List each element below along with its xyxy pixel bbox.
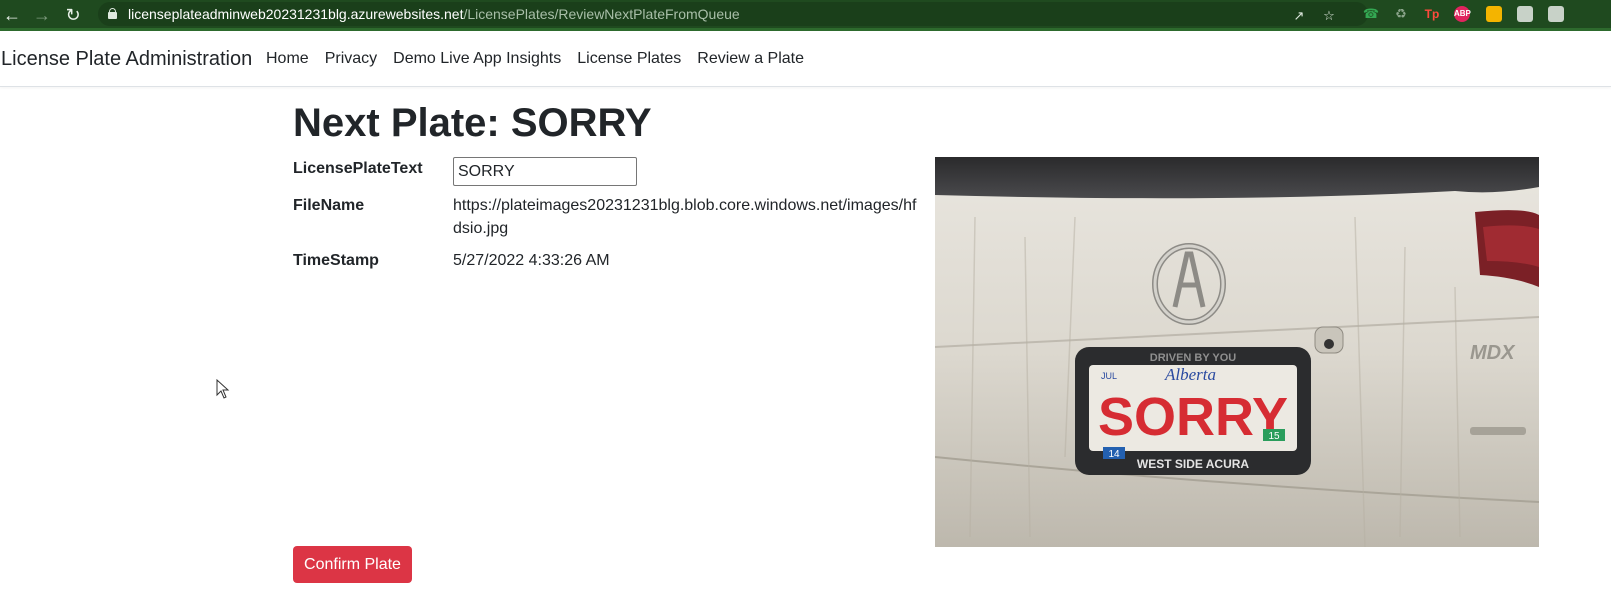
share-icon[interactable]: ↗	[1290, 7, 1308, 25]
license-plate-photo: DRIVEN BY YOU WEST SIDE ACURA JUL Albert…	[935, 157, 1539, 547]
plate-month-text: JUL	[1101, 371, 1117, 381]
timestamp-label: TimeStamp	[293, 252, 379, 269]
nav-link-privacy[interactable]: Privacy	[325, 50, 377, 68]
nav-link-license-plates[interactable]: License Plates	[577, 50, 681, 68]
page-title: Next Plate: SORRY	[293, 101, 652, 145]
app-navbar: License Plate Administration Home Privac…	[0, 34, 1611, 87]
model-badge-text: MDX	[1470, 342, 1516, 364]
plate-number-text: SORRY	[1098, 387, 1288, 447]
plate-badge-right: 15	[1268, 431, 1280, 442]
back-arrow-icon[interactable]: ←	[1, 4, 23, 26]
plate-badge-left: 14	[1108, 449, 1120, 460]
table-extension-icon[interactable]	[1548, 6, 1564, 22]
abp-extension-icon[interactable]: ABP	[1454, 6, 1471, 22]
bookmark-star-icon[interactable]: ☆	[1320, 7, 1338, 25]
plate-text-input[interactable]	[453, 157, 637, 186]
filename-value: https://plateimages20231231blg.blob.core…	[453, 194, 916, 240]
frame-bottom-text: WEST SIDE ACURA	[1137, 457, 1250, 471]
nav-link-review-plate[interactable]: Review a Plate	[697, 50, 804, 68]
tp-extension-icon[interactable]: Tp	[1424, 6, 1440, 22]
filename-line-1: https://plateimages20231231blg.blob.core…	[453, 197, 917, 214]
address-bar[interactable]: licenseplateadminweb20231231blg.azureweb…	[98, 2, 1368, 26]
filename-label: FileName	[293, 197, 365, 214]
forward-arrow-icon[interactable]: →	[31, 4, 53, 26]
browser-toolbar: ← → ↻ licenseplateadminweb20231231blg.az…	[0, 0, 1611, 31]
reload-icon[interactable]: ↻	[62, 4, 84, 26]
filename-line-2: dsio.jpg	[453, 220, 509, 237]
confirm-plate-button[interactable]: Confirm Plate	[293, 546, 412, 583]
plate-text-label: LicensePlateText	[293, 160, 423, 177]
recycle-extension-icon[interactable]: ♻	[1392, 5, 1410, 23]
plate-province-text: Alberta	[1164, 365, 1216, 384]
nav-link-app-insights[interactable]: Demo Live App Insights	[393, 50, 561, 68]
notes-extension-icon[interactable]	[1486, 6, 1502, 22]
lock-icon	[108, 8, 117, 19]
frame-top-text: DRIVEN BY YOU	[1150, 352, 1236, 364]
phone-extension-icon[interactable]: ☎	[1362, 5, 1380, 23]
brand-link[interactable]: License Plate Administration	[1, 48, 252, 71]
calendar-extension-icon[interactable]	[1517, 6, 1533, 22]
nav-links: Home Privacy Demo Live App Insights Lice…	[266, 50, 804, 68]
mouse-cursor-icon	[216, 379, 230, 399]
url-text: licenseplateadminweb20231231blg.azureweb…	[128, 6, 740, 22]
timestamp-value: 5/27/2022 4:33:26 AM	[453, 252, 610, 269]
nav-link-home[interactable]: Home	[266, 50, 309, 68]
